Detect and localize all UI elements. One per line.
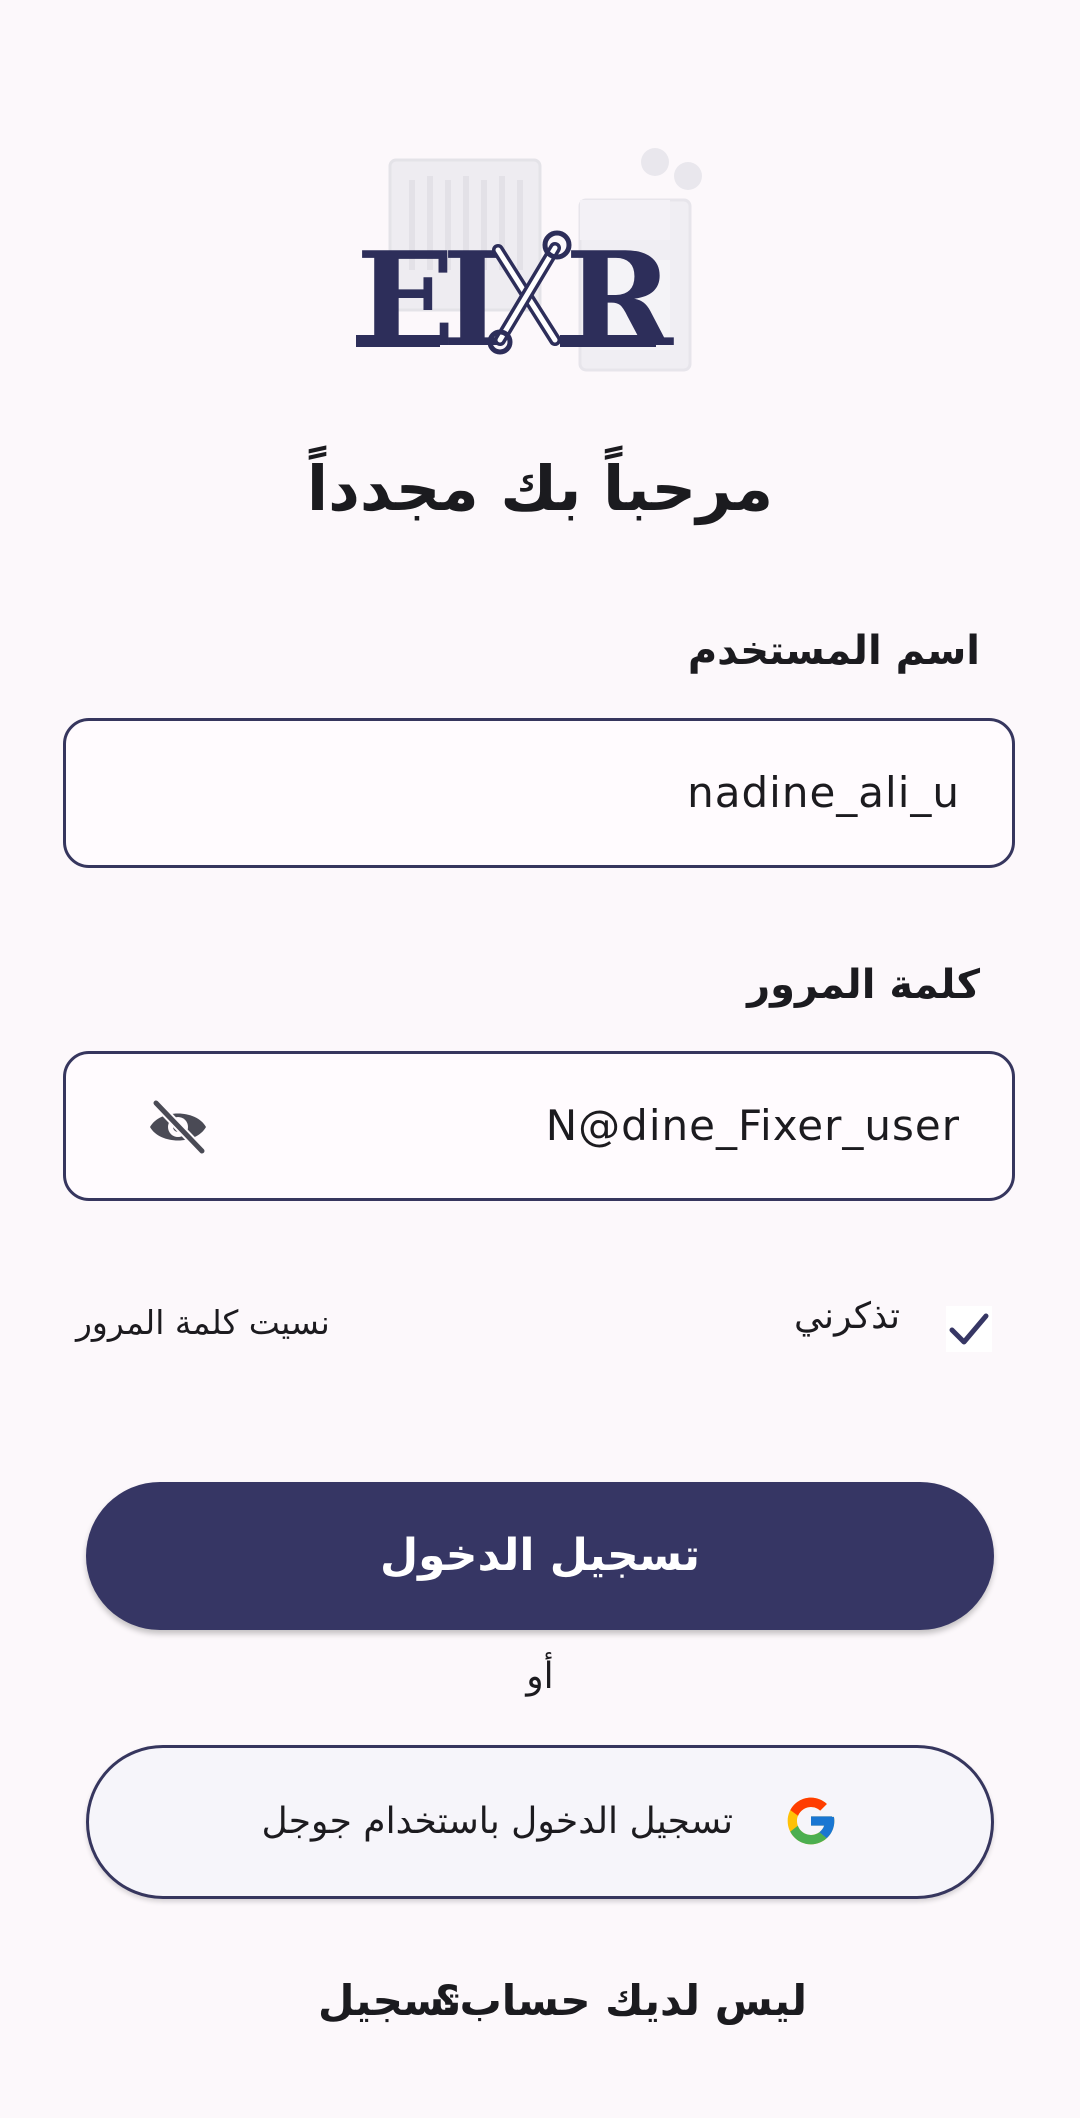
login-button[interactable]: تسجيل الدخول (86, 1482, 994, 1630)
google-icon (783, 1793, 839, 1849)
remember-me-checkbox[interactable] (946, 1306, 992, 1352)
password-label: كلمة المرور (747, 962, 980, 1008)
username-value: nadine_ali_u (687, 768, 960, 817)
app-logo: E I R (350, 130, 730, 390)
username-label: اسم المستخدم (687, 628, 980, 674)
page-title: مرحباً بك مجدداً (306, 452, 774, 525)
svg-text:E: E (356, 223, 455, 376)
username-input[interactable]: nadine_ali_u (63, 718, 1015, 868)
google-login-button[interactable]: تسجيل الدخول باستخدام جوجل (86, 1745, 994, 1899)
no-account-text: ليس لديك حساب؟ (435, 1976, 807, 2025)
remember-me-label[interactable]: تذكرني (794, 1296, 900, 1337)
google-login-label: تسجيل الدخول باستخدام جوجل (261, 1801, 733, 1842)
checkmark-icon (949, 1313, 989, 1345)
eye-off-icon[interactable] (146, 1099, 210, 1155)
password-value: N@dine_Fixer_user (545, 1101, 960, 1150)
svg-text:R: R (565, 223, 674, 376)
signup-link[interactable]: تسجيل (318, 1976, 461, 2025)
forgot-password-link[interactable]: نسيت كلمة المرور (76, 1303, 330, 1342)
or-divider-text: أو (526, 1656, 554, 1697)
password-input[interactable]: N@dine_Fixer_user (63, 1051, 1015, 1201)
